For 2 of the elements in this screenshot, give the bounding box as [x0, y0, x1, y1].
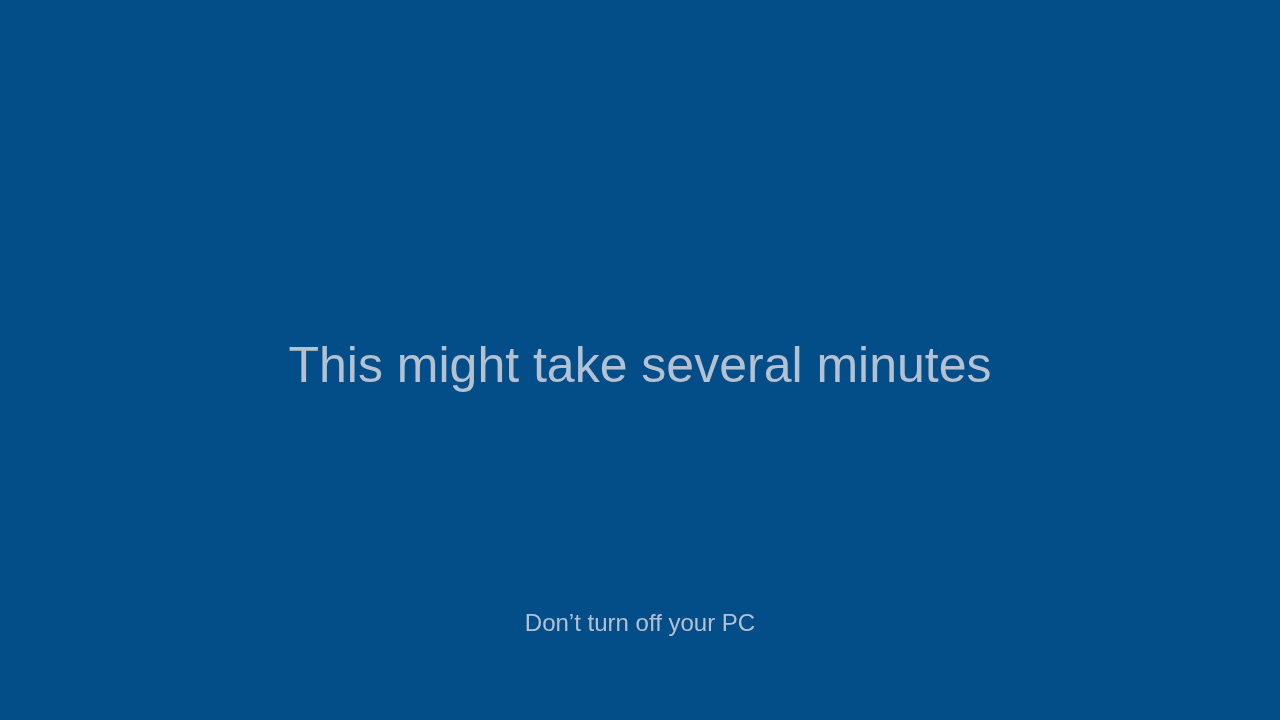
status-subtitle: Don’t turn off your PC [524, 608, 756, 638]
status-title: This might take several minutes [288, 336, 992, 395]
